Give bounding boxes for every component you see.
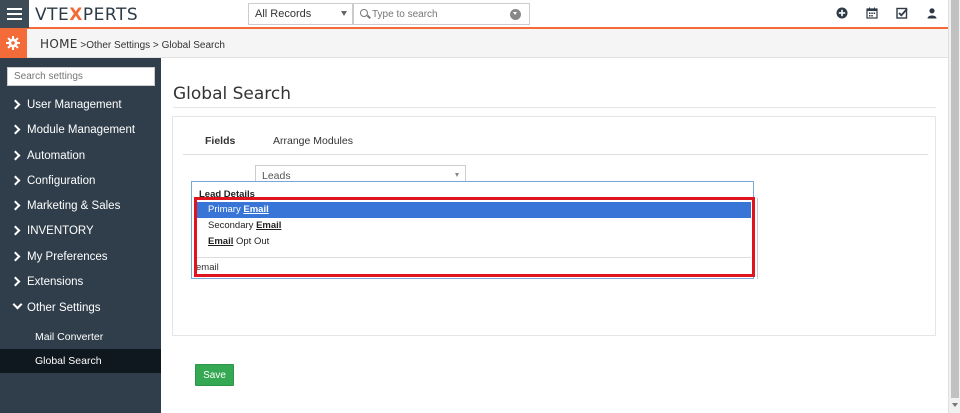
sidebar-item-marketing-sales[interactable]: Marketing & Sales <box>0 194 161 218</box>
chevron-down-icon <box>12 299 23 310</box>
settings-button[interactable] <box>0 29 27 58</box>
chevron-right-icon <box>10 124 21 135</box>
top-bar: VTEXPERTS All Records <box>0 0 948 29</box>
scrollbar-thumb[interactable] <box>951 0 959 398</box>
calendar-icon[interactable] <box>866 7 878 19</box>
sidebar-item-label: Automation <box>27 150 86 162</box>
option-match-text: Email <box>243 204 269 215</box>
logo-text-prefix: VTE <box>35 5 70 25</box>
sidebar-item-label: My Preferences <box>27 251 108 263</box>
gear-icon <box>6 36 20 50</box>
sidebar-subitem-label: Global Search <box>35 355 102 367</box>
sidebar-item-label: Configuration <box>27 175 96 187</box>
tab-arrange-modules[interactable]: Arrange Modules <box>273 135 353 147</box>
chevron-right-icon <box>10 251 21 262</box>
chevron-right-icon <box>10 99 21 110</box>
dropdown-edge <box>754 198 758 279</box>
sidebar-item-my-preferences[interactable]: My Preferences <box>0 245 161 269</box>
settings-sidebar: User Management Module Management Automa… <box>0 58 161 413</box>
records-filter-value: All Records <box>255 8 312 20</box>
tab-bar: Fields Arrange Modules <box>183 117 928 155</box>
scroll-down-icon[interactable] <box>952 403 958 407</box>
settings-panel: Fields Arrange Modules Leads Lead Detail… <box>172 116 936 386</box>
dropdown-option-email-opt-out[interactable]: Email Opt Out <box>194 234 751 250</box>
sidebar-subitem-global-search[interactable]: Global Search <box>0 349 161 373</box>
global-search-box <box>353 3 530 25</box>
option-text: Opt Out <box>233 236 270 247</box>
sidebar-item-label: Extensions <box>27 276 84 288</box>
page-title: Global Search <box>173 84 292 104</box>
dropdown-option-primary-email[interactable]: Primary Email <box>194 202 751 218</box>
dropdown-search-input[interactable]: email <box>196 262 219 273</box>
sidebar-item-inventory[interactable]: INVENTORY <box>0 219 161 243</box>
plus-circle-icon[interactable] <box>836 7 848 19</box>
search-options-icon[interactable] <box>510 9 521 20</box>
sidebar-item-other-settings[interactable]: Other Settings <box>0 296 161 320</box>
logo-text-suffix: PERTS <box>82 5 139 25</box>
dropdown-options: Primary Email Secondary Email Email Opt … <box>194 202 751 250</box>
chevron-right-icon <box>10 150 21 161</box>
tab-fields[interactable]: Fields <box>205 135 235 147</box>
sidebar-item-module-management[interactable]: Module Management <box>0 118 161 142</box>
main-content: Global Search Fields Arrange Modules Lea… <box>161 58 948 413</box>
sidebar-search-input[interactable] <box>7 67 155 86</box>
page-scrollbar[interactable] <box>948 0 960 413</box>
sidebar-item-configuration[interactable]: Configuration <box>0 169 161 193</box>
sidebar-item-label: User Management <box>27 99 122 111</box>
sidebar-item-label: Marketing & Sales <box>27 200 121 212</box>
breadcrumb-global-search: Global Search <box>161 40 225 51</box>
app-logo[interactable]: VTEXPERTS <box>35 5 138 25</box>
user-icon[interactable] <box>926 7 938 19</box>
caret-down-icon <box>341 11 347 16</box>
search-icon <box>360 9 368 17</box>
divider <box>194 257 751 258</box>
chevron-right-icon <box>10 276 21 287</box>
chevron-right-icon <box>10 200 21 211</box>
breadcrumb: HOME >Other Settings > Global Search <box>40 37 225 51</box>
divider <box>173 107 936 108</box>
records-filter-select[interactable]: All Records <box>248 3 353 25</box>
sidebar-subitem-mail-converter[interactable]: Mail Converter <box>0 325 161 349</box>
sidebar-subitem-label: Mail Converter <box>35 331 104 343</box>
breadcrumb-other-settings[interactable]: Other Settings <box>86 40 150 51</box>
sidebar-item-label: Module Management <box>27 124 136 136</box>
sidebar-item-label: Other Settings <box>27 302 101 314</box>
checkbox-icon[interactable] <box>896 7 908 19</box>
logo-text-x: X <box>69 5 83 25</box>
breadcrumb-home[interactable]: HOME <box>40 37 78 51</box>
save-button[interactable]: Save <box>195 364 234 386</box>
header-actions <box>836 7 938 19</box>
option-match-text: Email <box>208 236 234 247</box>
sidebar-item-automation[interactable]: Automation <box>0 144 161 168</box>
dropdown-group-label: Lead Details <box>199 189 255 200</box>
breadcrumb-bar: HOME >Other Settings > Global Search <box>0 29 948 58</box>
option-match-text: Email <box>256 220 282 231</box>
global-search-input[interactable] <box>372 6 507 22</box>
sidebar-item-label: INVENTORY <box>27 225 94 237</box>
caret-down-icon <box>455 173 459 177</box>
menu-icon[interactable] <box>0 0 29 28</box>
breadcrumb-separator: > <box>150 40 162 51</box>
option-text: Primary <box>208 204 244 215</box>
sidebar-item-extensions[interactable]: Extensions <box>0 270 161 294</box>
fields-dropdown: Lead Details Primary Email Secondary Ema… <box>191 181 754 279</box>
sidebar-item-user-management[interactable]: User Management <box>0 93 161 117</box>
option-text: Secondary <box>208 220 257 231</box>
dropdown-option-secondary-email[interactable]: Secondary Email <box>194 218 751 234</box>
chevron-right-icon <box>10 175 21 186</box>
breadcrumb-separator: > <box>77 40 87 51</box>
chevron-right-icon <box>10 225 21 236</box>
